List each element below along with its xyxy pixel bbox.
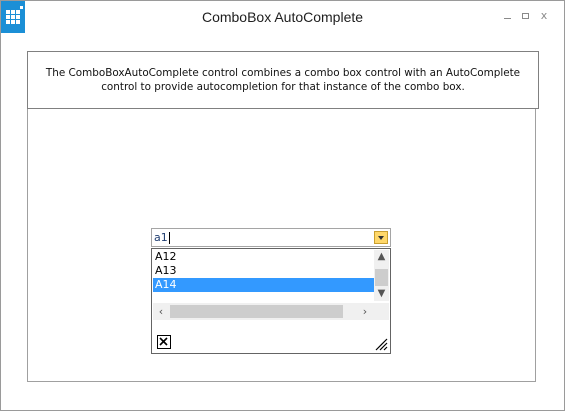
text-caret	[169, 232, 170, 244]
list-item[interactable]: A12	[153, 250, 374, 264]
x-mark-icon	[159, 337, 168, 346]
dropdown-arrow-icon[interactable]	[374, 231, 388, 244]
window-title: ComboBox AutoComplete	[201, 9, 364, 25]
resize-grip-icon[interactable]	[373, 336, 388, 351]
scroll-right-icon[interactable]: ›	[357, 303, 373, 320]
dropdown-footer	[153, 329, 389, 351]
scroll-up-icon[interactable]: ▲	[374, 250, 389, 264]
scrollbar-corner	[374, 303, 389, 320]
close-icon[interactable]: x	[538, 10, 550, 22]
close-dropdown-icon[interactable]	[157, 335, 171, 349]
suggestion-list: A12 A13 A14	[153, 250, 374, 297]
minimize-icon[interactable]	[502, 10, 514, 22]
scroll-down-icon[interactable]: ▼	[374, 287, 389, 301]
maximize-icon[interactable]	[520, 10, 532, 22]
horizontal-scrollbar[interactable]: ‹ ›	[153, 303, 389, 320]
list-item[interactable]: A13	[153, 264, 374, 278]
vertical-scroll-thumb[interactable]	[375, 269, 388, 286]
app-window: ComboBox AutoComplete x The ComboBoxAuto…	[0, 0, 565, 411]
combo-input-text[interactable]: a1	[154, 229, 168, 246]
horizontal-scroll-thumb[interactable]	[170, 305, 343, 318]
combo-box[interactable]: a1	[151, 228, 391, 247]
description-panel: The ComboBoxAutoComplete control combine…	[27, 51, 539, 109]
autocomplete-dropdown: A12 A13 A14 ▲ ▼ ‹ ›	[151, 248, 391, 354]
scroll-left-icon[interactable]: ‹	[153, 303, 169, 320]
list-item-selected[interactable]: A14	[153, 278, 374, 292]
description-text: The ComboBoxAutoComplete control combine…	[45, 67, 521, 93]
vertical-scrollbar[interactable]: ▲ ▼	[374, 250, 389, 301]
